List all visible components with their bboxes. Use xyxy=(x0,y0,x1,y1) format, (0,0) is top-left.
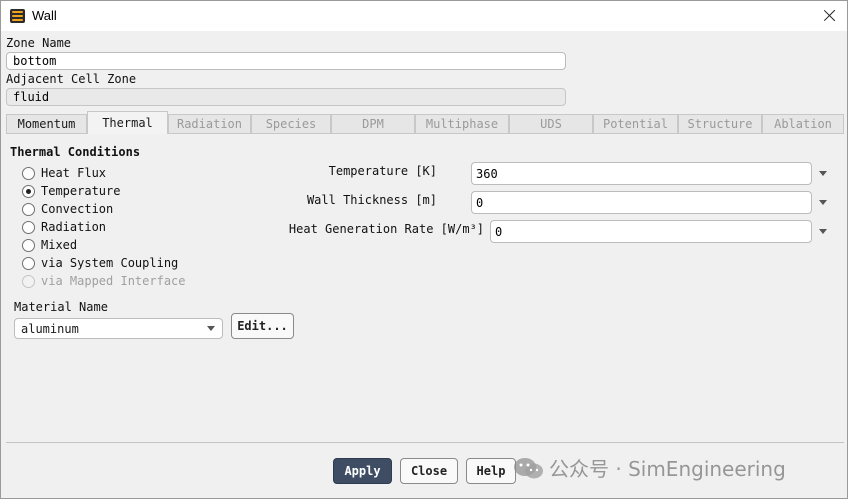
radio-button[interactable] xyxy=(22,239,35,252)
temperature-input[interactable]: 360 xyxy=(471,162,812,185)
radio-label: Heat Flux xyxy=(41,166,107,180)
zone-name-input[interactable]: bottom xyxy=(6,52,566,70)
edit-material-button[interactable]: Edit... xyxy=(231,313,294,339)
heat-generation-rate-label: Heat Generation Rate [W/m³] xyxy=(288,222,484,236)
tab-ablation[interactable]: Ablation xyxy=(762,114,844,134)
tab-uds[interactable]: UDS xyxy=(509,114,593,134)
radio-label: Convection xyxy=(41,202,114,216)
tab-dpm[interactable]: DPM xyxy=(331,114,415,134)
apply-button[interactable]: Apply xyxy=(333,458,392,484)
temperature-dropdown-icon[interactable] xyxy=(819,171,827,176)
tab-radiation[interactable]: Radiation xyxy=(168,114,251,134)
wall-thickness-input[interactable]: 0 xyxy=(471,191,812,214)
adjacent-cell-zone-label: Adjacent Cell Zone xyxy=(6,72,137,86)
wall-thickness-label: Wall Thickness [m] xyxy=(306,193,437,207)
tab-potential[interactable]: Potential xyxy=(593,114,678,134)
material-select-value: aluminum xyxy=(21,322,79,336)
heat-generation-rate-input[interactable]: 0 xyxy=(490,220,812,243)
window-title: Wall xyxy=(32,8,57,23)
tab-momentum[interactable]: Momentum xyxy=(6,114,87,134)
radio-button[interactable] xyxy=(22,203,35,216)
tab-structure[interactable]: Structure xyxy=(678,114,762,134)
tab-species[interactable]: Species xyxy=(251,114,331,134)
footer-divider xyxy=(6,442,844,443)
zone-name-label: Zone Name xyxy=(6,36,72,50)
radio-label: Temperature xyxy=(41,184,121,198)
temperature-label: Temperature [K] xyxy=(328,164,437,178)
chevron-down-icon xyxy=(207,326,215,331)
title-bar: Wall xyxy=(1,1,847,31)
app-icon xyxy=(10,9,25,23)
wall-thickness-dropdown-icon[interactable] xyxy=(819,200,827,205)
close-button[interactable]: Close xyxy=(400,458,458,484)
wechat-icon xyxy=(514,458,543,479)
radio-label: via System Coupling xyxy=(41,256,179,270)
material-name-label: Material Name xyxy=(14,300,108,314)
watermark-text: 公众号 · SimEngineering xyxy=(549,457,786,481)
tab-multiphase[interactable]: Multiphase xyxy=(415,114,509,134)
radio-button-checked[interactable] xyxy=(22,185,35,198)
adjacent-cell-zone-field: fluid xyxy=(6,88,566,106)
radio-button[interactable] xyxy=(22,167,35,180)
tab-thermal[interactable]: Thermal xyxy=(87,111,168,134)
tab-bar: Momentum Thermal Radiation Species DPM M… xyxy=(6,111,844,134)
material-select[interactable]: aluminum xyxy=(14,318,223,339)
heat-generation-dropdown-icon[interactable] xyxy=(819,229,827,234)
radio-button-disabled xyxy=(22,275,35,288)
radio-label: via Mapped Interface xyxy=(41,274,186,288)
radio-button[interactable] xyxy=(22,221,35,234)
radio-label: Mixed xyxy=(41,238,78,252)
radio-button[interactable] xyxy=(22,257,35,270)
close-icon[interactable] xyxy=(819,5,841,27)
thermal-conditions-title: Thermal Conditions xyxy=(10,145,141,159)
wall-dialog: Wall Zone Name bottom Adjacent Cell Zone… xyxy=(0,0,848,499)
radio-label: Radiation xyxy=(41,220,107,234)
help-button[interactable]: Help xyxy=(466,458,516,484)
